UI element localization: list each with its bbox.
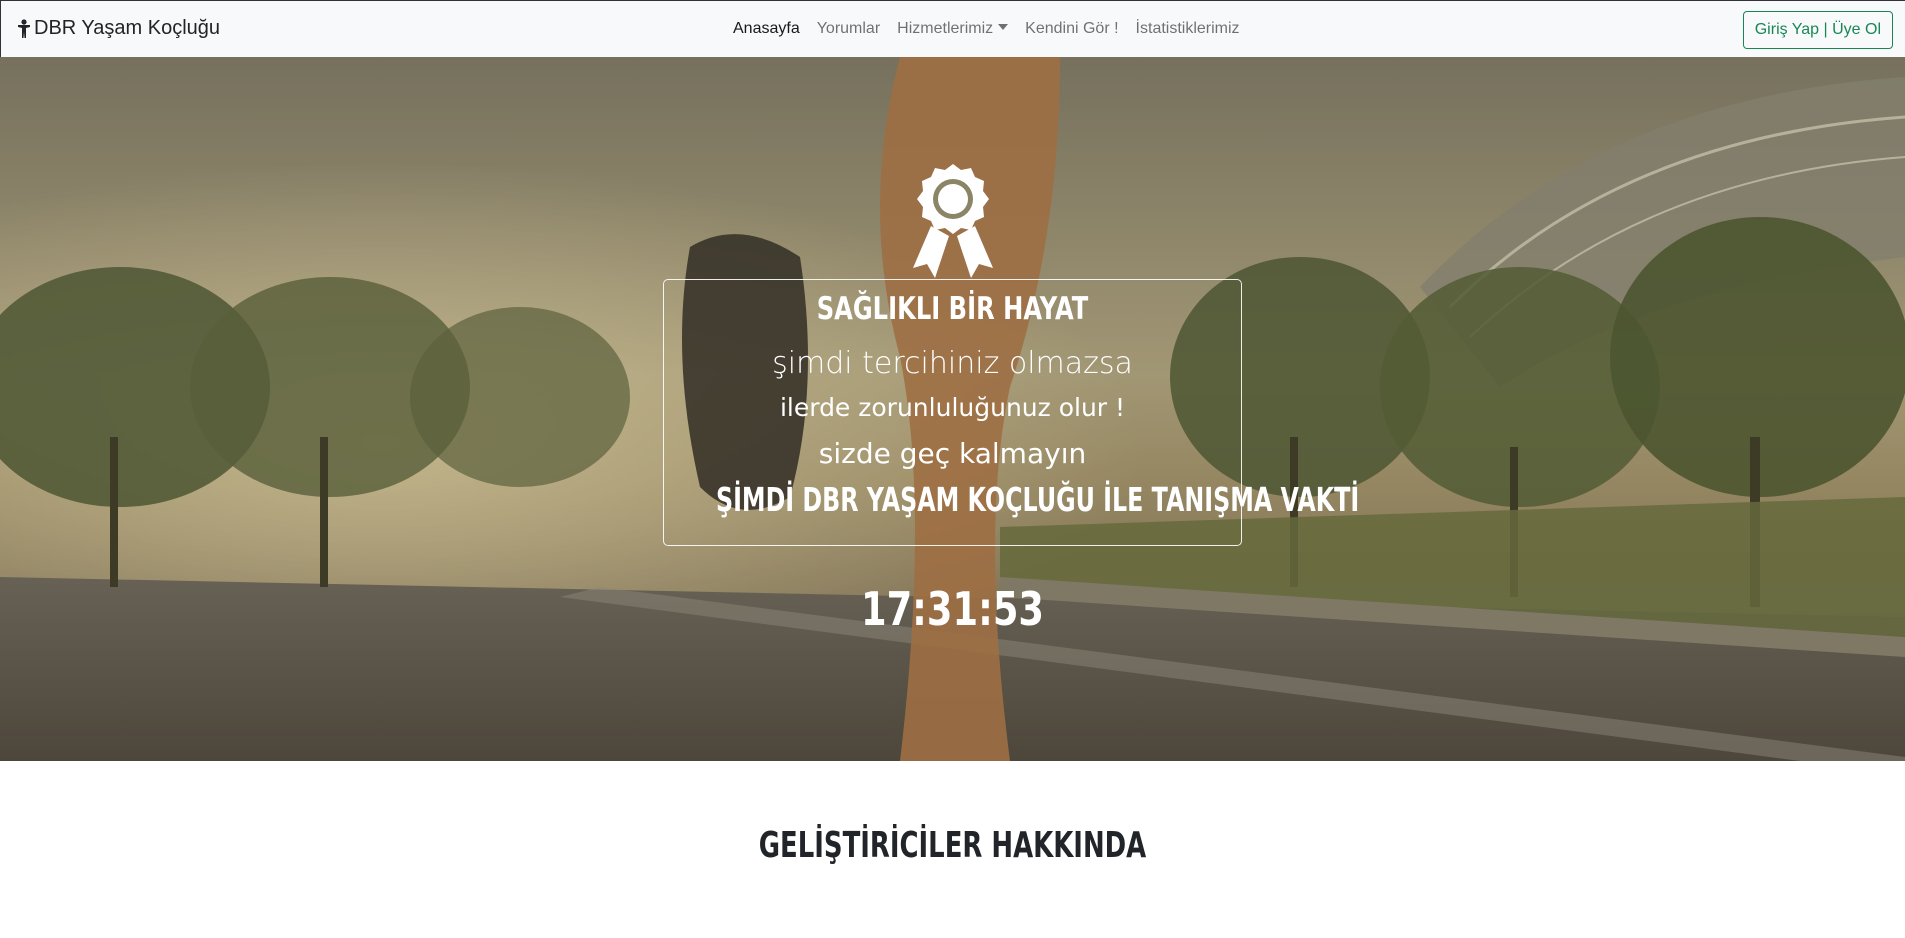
person-icon xyxy=(18,18,30,38)
nav-link-home[interactable]: Anasayfa xyxy=(733,20,800,38)
hero-line-1: şimdi tercihiniz olmazsa xyxy=(772,346,1133,381)
hero-headline: SAĞLIKLI BİR HAYAT xyxy=(816,291,1089,327)
nav-link-see-yourself[interactable]: Kendini Gör ! xyxy=(1025,20,1118,38)
live-clock: 17:31:53 xyxy=(860,582,1045,636)
caret-down-icon xyxy=(998,24,1009,30)
navbar: DBR Yaşam Koçluğu Anasayfa Yorumlar Hizm… xyxy=(0,0,1905,57)
brand-text: DBR Yaşam Koçluğu xyxy=(34,17,221,39)
hero-line-3: sizde geç kalmayın xyxy=(818,437,1087,470)
nav-link-reviews[interactable]: Yorumlar xyxy=(817,20,880,38)
nav-link-statistics[interactable]: İstatistiklerimiz xyxy=(1136,20,1240,38)
hero-section: SAĞLIKLI BİR HAYAT şimdi tercihiniz olma… xyxy=(0,57,1905,761)
tagline-box: SAĞLIKLI BİR HAYAT şimdi tercihiniz olma… xyxy=(663,279,1360,546)
login-register-button[interactable]: Giriş Yap | Üye Ol xyxy=(1742,11,1893,49)
hero-cta-text: ŞİMDİ DBR YAŞAM KOÇLUĞU İLE TANIŞMA VAKT… xyxy=(715,480,1360,519)
award-ribbon-icon xyxy=(913,164,993,278)
nav-link-services[interactable]: Hizmetlerimiz xyxy=(897,20,1009,38)
about-developers-title: GELİŞTİRİCİLER HAKKINDA xyxy=(758,825,1147,866)
brand-link[interactable]: DBR Yaşam Koçluğu xyxy=(17,17,220,40)
nav-links: Anasayfa Yorumlar Hizmetlerimiz Kendini … xyxy=(733,20,1257,38)
hero-line-2: ilerde zorunluluğunuz olur ! xyxy=(779,393,1126,422)
nav-link-services-label: Hizmetlerimiz xyxy=(897,20,994,37)
